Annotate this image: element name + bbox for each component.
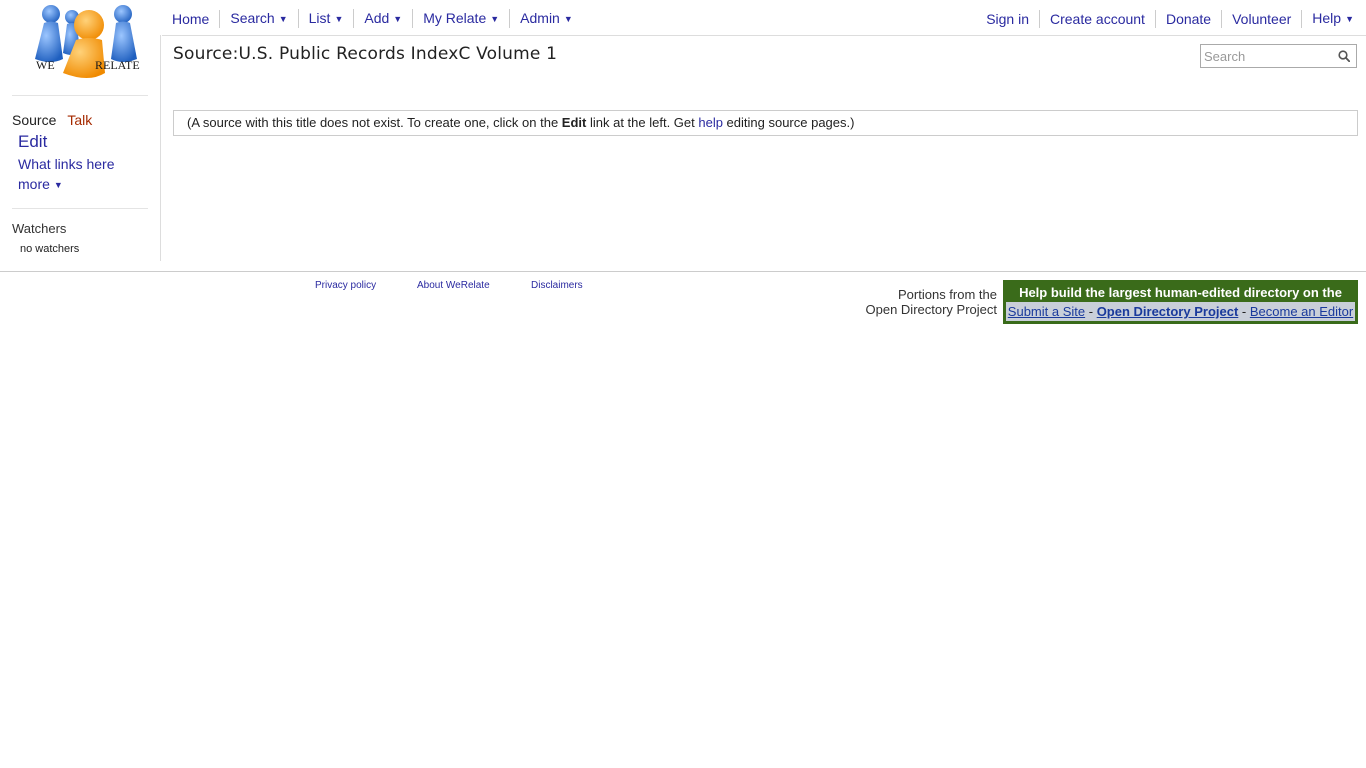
watchers-empty-text: no watchers	[20, 243, 80, 255]
sidebar-divider	[160, 35, 161, 261]
logo-we-text: WE	[36, 58, 55, 72]
footer-divider	[0, 271, 1366, 272]
nav-admin-label: Admin	[520, 10, 560, 26]
nav-sign-in-label: Sign in	[986, 10, 1029, 27]
nav-search-menu[interactable]: Search ▼	[220, 9, 299, 28]
main-menu: Home Search ▼ List ▼ Add ▼ My Relate ▼ Admin…	[162, 9, 583, 28]
nav-help-label: Help	[1312, 10, 1342, 26]
nav-create-account[interactable]: Create account	[1040, 9, 1156, 28]
chevron-down-icon: ▼	[563, 14, 573, 24]
nav-donate-label: Donate	[1165, 10, 1212, 27]
watchers-heading: Watchers	[12, 221, 67, 236]
werelate-logo-graphic: WE RELATE	[35, 5, 140, 78]
werelate-logo[interactable]: WE RELATE	[30, 3, 145, 83]
odp-separator: -	[1238, 304, 1250, 319]
chevron-down-icon: ▼	[1345, 14, 1354, 24]
more-label: more	[18, 176, 50, 192]
nav-list-label: List	[308, 10, 331, 26]
logo-relate-text: RELATE	[95, 58, 140, 72]
disclaimers-link[interactable]: Disclaimers	[531, 280, 583, 291]
chevron-down-icon: ▼	[53, 180, 63, 190]
search-input[interactable]	[1201, 46, 1334, 66]
submit-site-link[interactable]: Submit a Site	[1008, 304, 1085, 319]
nav-add-menu[interactable]: Add ▼	[354, 9, 414, 28]
notice-text-2: link at the left. Get	[586, 115, 699, 130]
open-directory-project-link[interactable]: Open Directory Project	[1097, 304, 1239, 319]
odp-attribution-line1: Portions from the	[898, 287, 997, 302]
nav-volunteer[interactable]: Volunteer	[1222, 9, 1303, 28]
notice-text-1: (A source with this title does not exist…	[187, 115, 562, 130]
sidebar-separator	[12, 208, 148, 209]
more-menu[interactable]: more ▼	[18, 176, 148, 192]
edit-link[interactable]: Edit	[18, 132, 148, 152]
page-title: Source:U.S. Public Records IndexC Volume…	[173, 44, 558, 64]
about-werelate-link[interactable]: About WeRelate	[417, 280, 490, 291]
nav-my-relate-label: My Relate	[423, 10, 487, 26]
chevron-down-icon: ▼	[278, 14, 288, 24]
sidebar-separator	[12, 95, 148, 96]
privacy-policy-link[interactable]: Privacy policy	[315, 280, 376, 291]
help-link[interactable]: help	[698, 115, 723, 130]
what-links-here-link[interactable]: What links here	[18, 156, 148, 172]
nav-volunteer-label: Volunteer	[1232, 10, 1292, 27]
top-navigation: Home Search ▼ List ▼ Add ▼ My Relate ▼ Admin…	[162, 0, 1366, 36]
nav-donate[interactable]: Donate	[1156, 9, 1223, 28]
chevron-down-icon: ▼	[393, 14, 403, 24]
search-icon[interactable]	[1338, 50, 1350, 62]
missing-source-notice: (A source with this title does not exist…	[173, 110, 1358, 136]
account-menu: Sign in Create account Donate Volunteer …	[976, 9, 1358, 28]
nav-home-label: Home	[172, 10, 210, 27]
become-editor-link[interactable]: Become an Editor	[1250, 304, 1353, 319]
sidebar: Source Talk Edit What links here more ▼ W…	[12, 95, 148, 255]
nav-sign-in[interactable]: Sign in	[976, 9, 1040, 28]
nav-home[interactable]: Home	[162, 9, 221, 28]
nav-help-menu[interactable]: Help ▼	[1302, 9, 1358, 28]
nav-my-relate-menu[interactable]: My Relate ▼	[413, 9, 511, 28]
nav-list-menu[interactable]: List ▼	[299, 9, 355, 28]
chevron-down-icon: ▼	[334, 14, 344, 24]
nav-search-label: Search	[230, 10, 275, 26]
tab-talk[interactable]: Talk	[67, 112, 92, 128]
odp-separator: -	[1085, 304, 1097, 319]
nav-add-label: Add	[364, 10, 390, 26]
notice-text-3: editing source pages.)	[722, 115, 855, 130]
nav-create-account-label: Create account	[1050, 10, 1145, 27]
nav-admin-menu[interactable]: Admin ▼	[510, 9, 583, 28]
odp-attribution: Portions from the Open Directory Project	[856, 287, 998, 317]
chevron-down-icon: ▼	[490, 14, 500, 24]
page-tabs: Source Talk	[12, 112, 148, 128]
odp-banner: Help build the largest human-edited dire…	[1003, 280, 1358, 324]
odp-attribution-line2: Open Directory Project	[865, 302, 998, 317]
odp-links-bar: Submit a Site - Open Directory Project -…	[1006, 302, 1355, 321]
search-box	[1200, 44, 1357, 68]
tab-source[interactable]: Source	[12, 112, 56, 128]
notice-edit-bold: Edit	[561, 115, 587, 130]
